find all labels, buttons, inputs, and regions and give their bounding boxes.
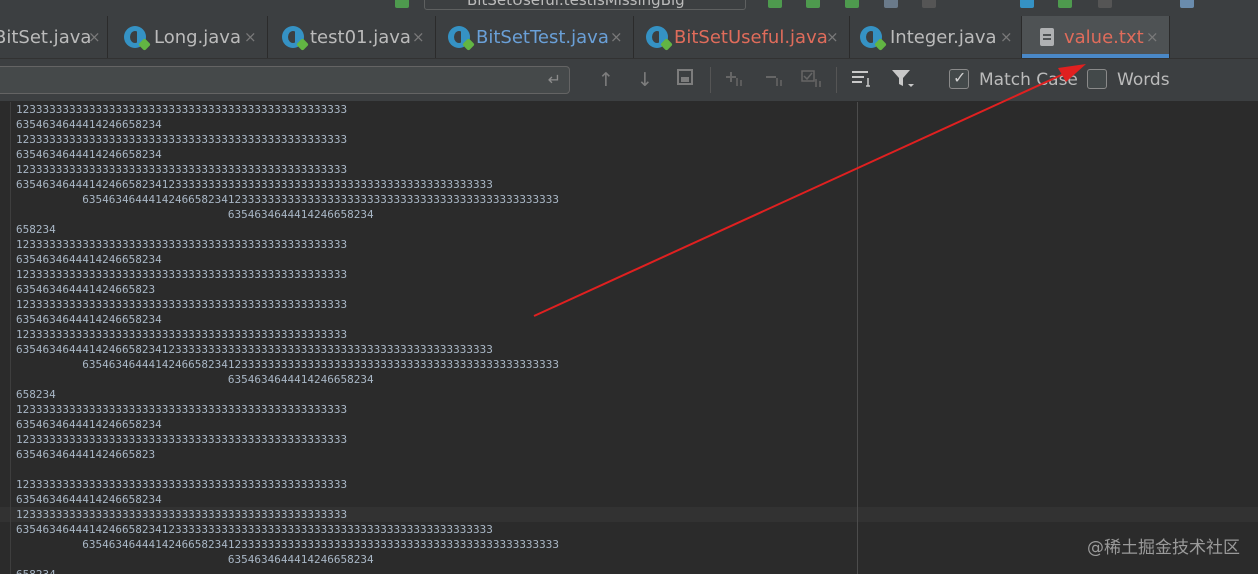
java-class-icon: [646, 26, 673, 51]
editor-line: 6354634644414246658234123333333333333333…: [16, 178, 493, 191]
tab-bitsetuseful-java[interactable]: BitSetUseful.java ×: [634, 16, 850, 58]
editor-line: 658234: [16, 388, 56, 401]
editor-line: 1233333333333333333333333333333333333333…: [16, 298, 348, 311]
editor-line: 658234: [16, 567, 559, 574]
tab-long-java[interactable]: Long.java ×: [108, 16, 268, 58]
java-class-icon: [448, 26, 475, 51]
coverage-icon[interactable]: [845, 0, 859, 8]
editor-line: 6354634644414246658234: [16, 373, 374, 386]
search-input[interactable]: ↵: [0, 66, 570, 94]
editor-line: 635463464441424665823: [16, 283, 156, 296]
editor-line: 1233333333333333333333333333333333333333…: [16, 238, 348, 251]
match-case-checkbox[interactable]: ✓: [949, 68, 969, 89]
editor-line: 6354634644414246658234: [16, 313, 162, 326]
project-structure-icon[interactable]: [1180, 0, 1194, 8]
previous-occurrence-icon[interactable]: ↑: [594, 68, 618, 92]
main-toolbar: BitSetUseful.testIsMissingBig: [0, 0, 1258, 16]
editor-line: 658234: [16, 223, 56, 236]
editor-line: 6354634644414246658234123333333333333333…: [16, 343, 493, 356]
editor-line: 1233333333333333333333333333333333333333…: [16, 478, 348, 491]
tab-bitset-java[interactable]: BitSet.java ×: [0, 16, 108, 58]
debug-icon[interactable]: [806, 0, 820, 8]
editor-line: 6354634644414246658234: [16, 418, 162, 431]
toolbar-separator: [710, 67, 711, 93]
add-occurrence-icon[interactable]: [722, 68, 746, 92]
tab-label: test01.java: [310, 27, 411, 48]
new-line-icon[interactable]: ↵: [548, 70, 561, 89]
profile-icon[interactable]: [884, 0, 898, 8]
editor-lines: 1233333333333333333333333333333333333333…: [16, 102, 559, 574]
editor-line: 6354634644414246658234123333333333333333…: [16, 538, 560, 551]
close-icon[interactable]: ×: [826, 28, 839, 46]
close-icon[interactable]: ×: [1000, 28, 1013, 46]
editor-line: 1233333333333333333333333333333333333333…: [16, 163, 348, 176]
back-icon[interactable]: [395, 0, 409, 8]
tab-integer-java[interactable]: Integer.java ×: [850, 16, 1022, 58]
words-label: Words: [1117, 70, 1170, 90]
stop-icon[interactable]: [922, 0, 936, 8]
editor-line: 6354634644414246658234: [16, 118, 162, 131]
vcs-update-icon[interactable]: [1020, 0, 1034, 8]
check-icon: ✓: [953, 68, 967, 87]
watermark: @稀土掘金技术社区: [1087, 538, 1240, 558]
tab-bitsettest-java[interactable]: BitSetTest.java ×: [436, 16, 634, 58]
toolbar-separator: [836, 67, 837, 93]
run-configuration-selector[interactable]: BitSetUseful.testIsMissingBig: [424, 0, 746, 10]
close-icon[interactable]: ×: [244, 28, 257, 46]
active-tab-indicator: [1022, 54, 1169, 58]
tab-label: value.txt: [1064, 27, 1144, 48]
remove-occurrence-icon[interactable]: [762, 68, 786, 92]
editor-line: 1233333333333333333333333333333333333333…: [16, 508, 348, 521]
java-class-locked-icon: [860, 26, 887, 51]
editor-tab-bar: BitSet.java × Long.java × test01.java × …: [0, 16, 1258, 59]
filter-options-icon[interactable]: [850, 68, 874, 92]
find-all-icon[interactable]: [673, 68, 697, 92]
editor-line: 6354634644414246658234123333333333333333…: [16, 523, 493, 536]
run-configuration-label: BitSetUseful.testIsMissingBig: [467, 0, 685, 9]
editor-line: 6354634644414246658234: [16, 553, 374, 566]
words-checkbox[interactable]: [1087, 69, 1107, 89]
editor-line: 1233333333333333333333333333333333333333…: [16, 133, 348, 146]
java-class-locked-icon: [124, 26, 151, 51]
tab-test01-java[interactable]: test01.java ×: [268, 16, 436, 58]
tab-label: BitSetTest.java: [476, 27, 609, 48]
history-icon[interactable]: [1098, 0, 1112, 8]
tab-label: BitSet.java: [0, 27, 92, 48]
editor-line: 6354634644414246658234: [16, 148, 162, 161]
tab-label: Integer.java: [890, 27, 997, 48]
tab-value-txt[interactable]: value.txt ×: [1022, 16, 1170, 58]
editor-line: 1233333333333333333333333333333333333333…: [16, 403, 348, 416]
editor-line: 635463464441424665823: [16, 448, 156, 461]
next-occurrence-icon[interactable]: ↓: [633, 68, 657, 92]
filter-icon[interactable]: [890, 68, 914, 92]
editor-line: 6354634644414246658234: [16, 208, 374, 221]
gutter-divider: [10, 102, 11, 574]
select-all-occurrences-icon[interactable]: [800, 68, 824, 92]
editor-line: 6354634644414246658234123333333333333333…: [16, 193, 560, 206]
close-icon[interactable]: ×: [1146, 28, 1159, 46]
editor-line: 6354634644414246658234: [16, 493, 162, 506]
java-class-icon: [282, 26, 309, 51]
right-margin-guide: [857, 102, 858, 574]
editor-line: 1233333333333333333333333333333333333333…: [16, 268, 348, 281]
text-file-icon: [1040, 28, 1054, 46]
find-bar: ↵ ↑ ↓ ✓ Match Case Words: [0, 59, 1258, 102]
editor-line: 1233333333333333333333333333333333333333…: [16, 433, 348, 446]
run-icon[interactable]: [768, 0, 782, 8]
editor-line: 6354634644414246658234123333333333333333…: [16, 358, 560, 371]
tab-label: Long.java: [154, 27, 241, 48]
editor-line: [16, 462, 559, 477]
tab-label: BitSetUseful.java: [674, 27, 828, 48]
editor-line: 6354634644414246658234: [16, 253, 162, 266]
close-icon[interactable]: ×: [412, 28, 425, 46]
close-icon[interactable]: ×: [610, 28, 623, 46]
close-icon[interactable]: ×: [88, 28, 101, 46]
match-case-label: Match Case: [979, 70, 1078, 90]
vcs-commit-icon[interactable]: [1058, 0, 1072, 8]
editor-line: 1233333333333333333333333333333333333333…: [16, 103, 348, 116]
text-editor[interactable]: 1233333333333333333333333333333333333333…: [0, 102, 1258, 574]
editor-line: 1233333333333333333333333333333333333333…: [16, 328, 348, 341]
